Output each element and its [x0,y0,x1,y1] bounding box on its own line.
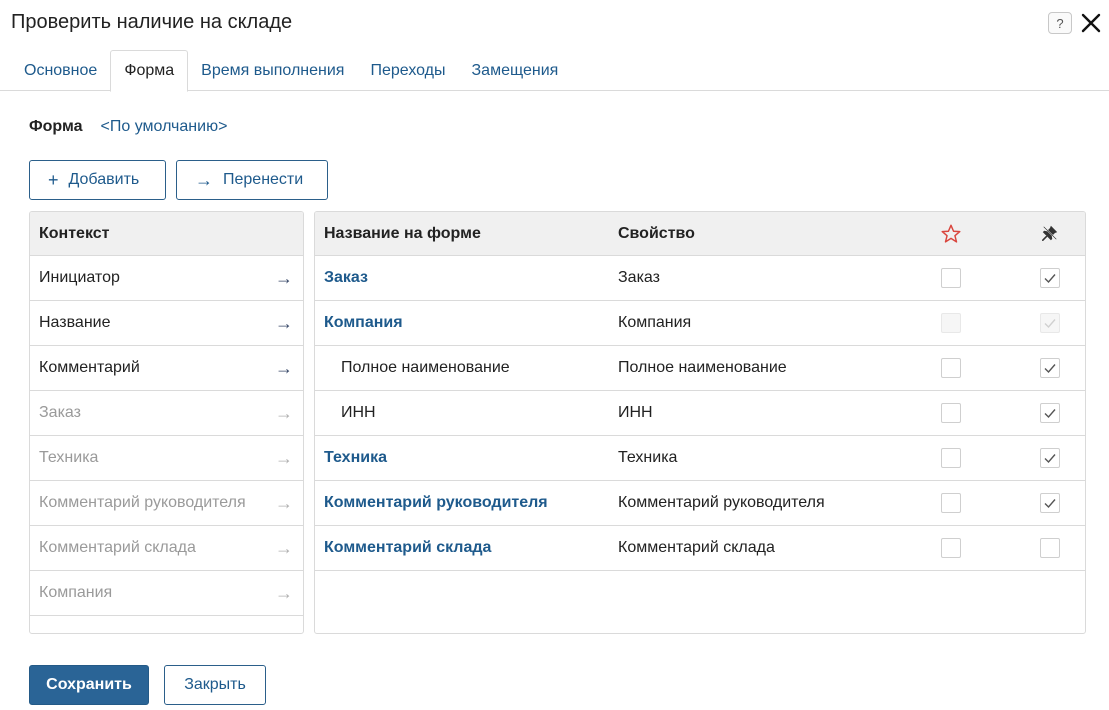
column-name-header: Название на форме [324,224,481,242]
context-item[interactable]: Компания → [30,571,303,616]
field-property: Комментарий руководителя [618,494,825,511]
tab-transitions[interactable]: Переходы [357,50,458,91]
readonly-checkbox [1040,313,1060,333]
context-item-label: Название [39,314,111,331]
required-checkbox[interactable] [941,538,961,558]
readonly-checkbox[interactable] [1040,493,1060,513]
table-row: Комментарий склада Комментарий склада [315,526,1085,571]
form-selector-row: Форма <По умолчанию> [29,118,227,136]
tab-form[interactable]: Форма [110,50,189,92]
arrow-right-icon[interactable]: → [275,583,293,604]
context-item[interactable]: Название → [30,301,303,346]
context-item-label: Комментарий склада [39,539,196,556]
table-row: Заказ Заказ [315,256,1085,301]
form-fields-table: Название на форме Свойство Заказ Заказ Ком… [314,211,1086,634]
readonly-checkbox[interactable] [1040,448,1060,468]
form-label: Форма [29,118,83,135]
tab-main[interactable]: Основное [11,50,110,91]
context-header: Контекст [30,212,303,256]
table-row: ИНН ИНН [315,391,1085,436]
field-name-link[interactable]: Компания [324,314,403,332]
dialog-title: Проверить наличие на складе [11,11,293,33]
add-button-label: Добавить [68,171,140,188]
field-name-link[interactable]: Комментарий склада [324,539,491,557]
column-property-header: Свойство [618,224,695,242]
arrow-right-icon[interactable]: → [275,268,293,289]
move-button-label: Перенести [223,171,304,188]
field-name: ИНН [341,404,376,421]
tab-substitutions[interactable]: Замещения [459,50,572,91]
save-button[interactable]: Сохранить [29,665,149,705]
tab-execution-time[interactable]: Время выполнения [188,50,357,91]
table-row: Компания Компания [315,301,1085,346]
context-item[interactable]: Заказ → [30,391,303,436]
close-button[interactable]: Закрыть [164,665,266,705]
arrow-right-icon[interactable]: → [275,493,293,514]
context-item[interactable]: Комментарий → [30,346,303,391]
readonly-checkbox[interactable] [1040,403,1060,423]
field-property: Комментарий склада [618,539,775,556]
required-checkbox[interactable] [941,448,961,468]
field-name-link[interactable]: Комментарий руководителя [324,494,548,512]
star-icon [940,223,962,250]
field-property: Компания [618,314,692,331]
arrow-right-icon[interactable]: → [275,313,293,334]
add-button[interactable]: + Добавить [29,160,166,200]
required-checkbox[interactable] [941,403,961,423]
field-property: Техника [618,449,678,466]
close-icon [1081,13,1101,33]
field-name: Полное наименование [341,359,510,376]
field-name-link[interactable]: Заказ [324,269,368,287]
arrow-right-icon[interactable]: → [275,538,293,559]
field-property: ИНН [618,404,653,421]
table-row: Комментарий руководителя Комментарий руко… [315,481,1085,526]
arrow-right-icon[interactable]: → [275,448,293,469]
field-name-link[interactable]: Техника [324,449,387,467]
question-icon: ? [1056,15,1064,31]
context-item-label: Инициатор [39,269,120,286]
help-button[interactable]: ? [1048,12,1072,34]
move-button[interactable]: → Перенести [176,160,328,200]
context-item[interactable]: Комментарий руководителя → [30,481,303,526]
context-item[interactable]: Техника → [30,436,303,481]
readonly-checkbox[interactable] [1040,538,1060,558]
context-item-label: Техника [39,449,99,466]
table-row: Полное наименование Полное наименование [315,346,1085,391]
readonly-checkbox[interactable] [1040,358,1060,378]
readonly-checkbox[interactable] [1040,268,1060,288]
required-checkbox [941,313,961,333]
context-item-label: Комментарий [39,359,140,376]
field-property: Полное наименование [618,359,787,376]
required-checkbox[interactable] [941,268,961,288]
arrow-right-icon: → [195,169,213,190]
table-header: Название на форме Свойство [315,212,1085,256]
pin-icon [1041,224,1059,247]
context-item-label: Компания [39,584,113,601]
field-property: Заказ [618,269,660,286]
required-checkbox[interactable] [941,358,961,378]
context-panel: Контекст Инициатор → Название → Комментарий →… [29,211,304,634]
arrow-right-icon[interactable]: → [275,358,293,379]
table-body: Заказ Заказ Компания Компания Полное наимено… [315,256,1085,571]
required-checkbox[interactable] [941,493,961,513]
tab-bar: Основное Форма Время выполнения Переходы… [11,50,572,92]
table-row: Техника Техника [315,436,1085,481]
context-item-label: Комментарий руководителя [39,494,246,511]
context-list: Инициатор → Название → Комментарий → Заказ → Тех… [30,256,303,616]
context-item[interactable]: Комментарий склада → [30,526,303,571]
context-item-label: Заказ [39,404,81,421]
plus-icon: + [48,169,59,190]
form-default-link[interactable]: <По умолчанию> [101,118,228,136]
arrow-right-icon[interactable]: → [275,403,293,424]
context-item[interactable]: Инициатор → [30,256,303,301]
close-dialog-button[interactable] [1078,10,1104,36]
